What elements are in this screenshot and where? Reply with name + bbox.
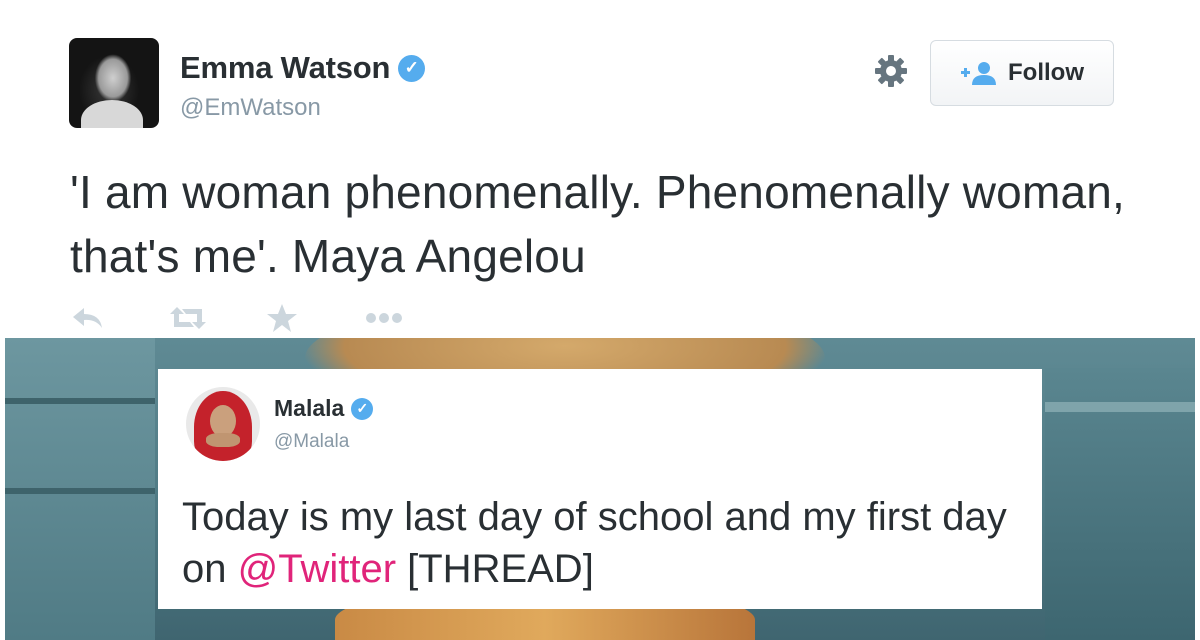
malala-handle[interactable]: @Malala	[274, 431, 349, 453]
tweet-text: 'I am woman phenomenally. Phenomenally w…	[70, 166, 1126, 282]
verified-badge-icon: ✓	[398, 54, 426, 82]
mention-link[interactable]: @Twitter	[238, 547, 396, 591]
verified-badge-icon: ✓	[351, 397, 374, 420]
follow-button[interactable]: Follow	[930, 40, 1114, 106]
malala-tweet-text: Today is my last day of school and my fi…	[182, 491, 1022, 595]
malala-display-name[interactable]: Malala	[274, 395, 344, 422]
gear-icon[interactable]	[872, 52, 910, 90]
emma-watson-avatar[interactable]	[69, 38, 159, 128]
more-options-button[interactable]	[364, 300, 462, 336]
favorite-star-icon	[267, 304, 297, 332]
more-dots-icon	[366, 313, 402, 323]
reply-icon	[73, 308, 102, 328]
author-name-row: Emma Watson ✓	[180, 50, 426, 86]
author-display-name[interactable]: Emma Watson	[180, 50, 390, 86]
favorite-button[interactable]	[266, 300, 364, 336]
malala-name-row: Malala ✓	[274, 395, 374, 422]
malala-avatar[interactable]	[186, 387, 260, 461]
retweet-button[interactable]	[168, 300, 266, 336]
reply-button[interactable]	[70, 300, 168, 336]
author-handle[interactable]: @EmWatson	[180, 94, 321, 122]
tweet-actions	[70, 300, 462, 336]
malala-tweet-card: Malala ✓ @Malala Today is my last day of…	[158, 369, 1042, 609]
tweet-text-part: [THREAD]	[396, 547, 594, 591]
follow-button-label: Follow	[1008, 59, 1084, 86]
retweet-icon	[170, 307, 206, 329]
follow-person-icon	[961, 62, 996, 85]
emma-watson-tweet: Emma Watson ✓ @EmWatson Follow 'I am wom…	[0, 0, 1200, 338]
